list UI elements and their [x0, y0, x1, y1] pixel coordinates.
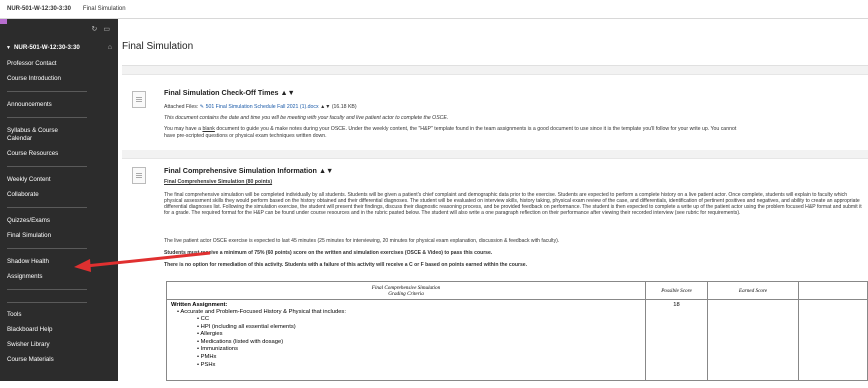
content-item-checkoff-times: Final Simulation Check-Off Times ▲▼ Atta… — [122, 74, 868, 150]
table-divider — [798, 300, 799, 380]
item-paragraph: Students must receive a minimum of 75% (… — [164, 250, 493, 256]
sidebar-item-syllabus[interactable]: Syllabus & Course — [7, 127, 58, 134]
sidebar-item-swisher-library[interactable]: Swisher Library — [7, 341, 50, 348]
sidebar-item-final-simulation[interactable]: Final Simulation — [7, 232, 51, 239]
item-description: This document contains the date and time… — [164, 115, 449, 121]
table-divider — [707, 300, 708, 380]
sidebar-item-professor-contact[interactable]: Professor Contact — [7, 60, 57, 67]
sidebar-item-tools[interactable]: Tools — [7, 311, 21, 318]
item-paragraph-cont: have pre-scripted questions or physical … — [164, 133, 327, 139]
table-divider — [645, 300, 646, 380]
table-section-intro: • Accurate and Problem-Focused History &… — [177, 309, 346, 315]
chevron-down-icon: ▼ — [6, 44, 11, 51]
table-header-title: Final Comprehensive Simulation Grading C… — [371, 285, 441, 297]
possible-score: 18 — [673, 302, 680, 308]
accent-bar — [0, 19, 7, 24]
item-subtitle: Final Comprehensive Simulation (80 point… — [164, 179, 273, 185]
breadcrumb-bar: NUR-501-W-12:30-3:30 Final Simulation — [0, 0, 868, 19]
course-sidebar: ↻ ▭ ▼ NUR-501-W-12:30-3:30 ⌂ Professor C… — [0, 19, 118, 381]
attached-files: Attached Files: ✎ 501 Final Simulation S… — [164, 104, 357, 110]
sidebar-item-calendar[interactable]: Calendar — [7, 135, 32, 142]
list-item: • Allergies — [197, 331, 223, 338]
sidebar-divider — [7, 91, 87, 92]
menu-arrows-icon[interactable]: ▲▼ — [320, 104, 330, 110]
document-icon — [132, 91, 146, 108]
page-title: Final Simulation — [122, 41, 194, 52]
refresh-icon[interactable]: ↻ — [92, 25, 98, 33]
collapse-icon[interactable]: ▭ — [103, 25, 110, 33]
table-header-earned: Earned Score — [738, 288, 768, 294]
item-paragraph: The live patient actor OSCE exercise is … — [164, 238, 560, 244]
sidebar-item-blackboard-help[interactable]: Blackboard Help — [7, 326, 52, 333]
sidebar-divider — [7, 166, 87, 167]
sidebar-divider — [7, 248, 87, 249]
table-row: Written Assignment: • Accurate and Probl… — [167, 300, 867, 380]
sidebar-item-collaborate[interactable]: Collaborate — [7, 191, 39, 198]
sidebar-item-announcements[interactable]: Announcements — [7, 101, 52, 108]
item-paragraph: There is no option for remediation of th… — [164, 262, 528, 268]
table-divider — [798, 282, 799, 299]
item-title[interactable]: Final Comprehensive Simulation Informati… — [164, 166, 333, 175]
sidebar-item-course-materials[interactable]: Course Materials — [7, 356, 54, 363]
document-icon — [132, 167, 146, 184]
list-item: • Medications (listed with dosage) — [197, 338, 284, 345]
menu-arrows-icon[interactable]: ▲▼ — [281, 88, 295, 97]
grading-table: Final Comprehensive Simulation Grading C… — [166, 281, 868, 381]
paperclip-icon: ✎ — [199, 104, 205, 110]
breadcrumb-page: Final Simulation — [82, 6, 126, 12]
sidebar-divider — [7, 289, 87, 290]
menu-arrows-icon[interactable]: ▲▼ — [319, 166, 333, 175]
list-item: • HPI (including all essential elements) — [197, 323, 296, 330]
sidebar-item-quizzes-exams[interactable]: Quizzes/Exams — [7, 217, 50, 224]
breadcrumb-course[interactable]: NUR-501-W-12:30-3:30 — [7, 6, 71, 12]
table-bullet-list: • CC • HPI (including all essential elem… — [197, 316, 296, 369]
list-item: • PSHx — [197, 361, 216, 368]
list-item: • CC — [197, 316, 210, 322]
table-header: Final Comprehensive Simulation Grading C… — [167, 282, 867, 300]
list-item: • Immunizations — [197, 346, 239, 353]
sidebar-item-assignments[interactable]: Assignments — [7, 273, 42, 280]
sidebar-item-course-resources[interactable]: Course Resources — [7, 150, 58, 157]
sidebar-divider — [7, 207, 87, 208]
item-paragraph: The final comprehensive simulation will … — [164, 192, 862, 217]
item-title[interactable]: Final Simulation Check-Off Times ▲▼ — [164, 88, 295, 97]
sidebar-item-weekly-content[interactable]: Weekly Content — [7, 176, 51, 183]
sidebar-divider — [7, 302, 87, 303]
table-section-title: Written Assignment: — [171, 302, 228, 308]
sidebar-item-course-introduction[interactable]: Course Introduction — [7, 75, 61, 82]
sidebar-divider — [7, 117, 87, 118]
list-item: • PMHx — [197, 353, 217, 360]
table-header-possible: Possible Score — [661, 288, 692, 294]
sidebar-course-title[interactable]: ▼ NUR-501-W-12:30-3:30 ⌂ — [6, 44, 112, 51]
sidebar-item-shadow-health[interactable]: Shadow Health — [7, 258, 49, 265]
sidebar-tools: ↻ ▭ — [92, 25, 111, 33]
item-paragraph: You may have a blank document to guide y… — [164, 126, 737, 132]
home-icon[interactable]: ⌂ — [108, 44, 112, 51]
attached-file-link[interactable]: 501 Final Simulation Schedule Fall 2021 … — [206, 104, 319, 110]
